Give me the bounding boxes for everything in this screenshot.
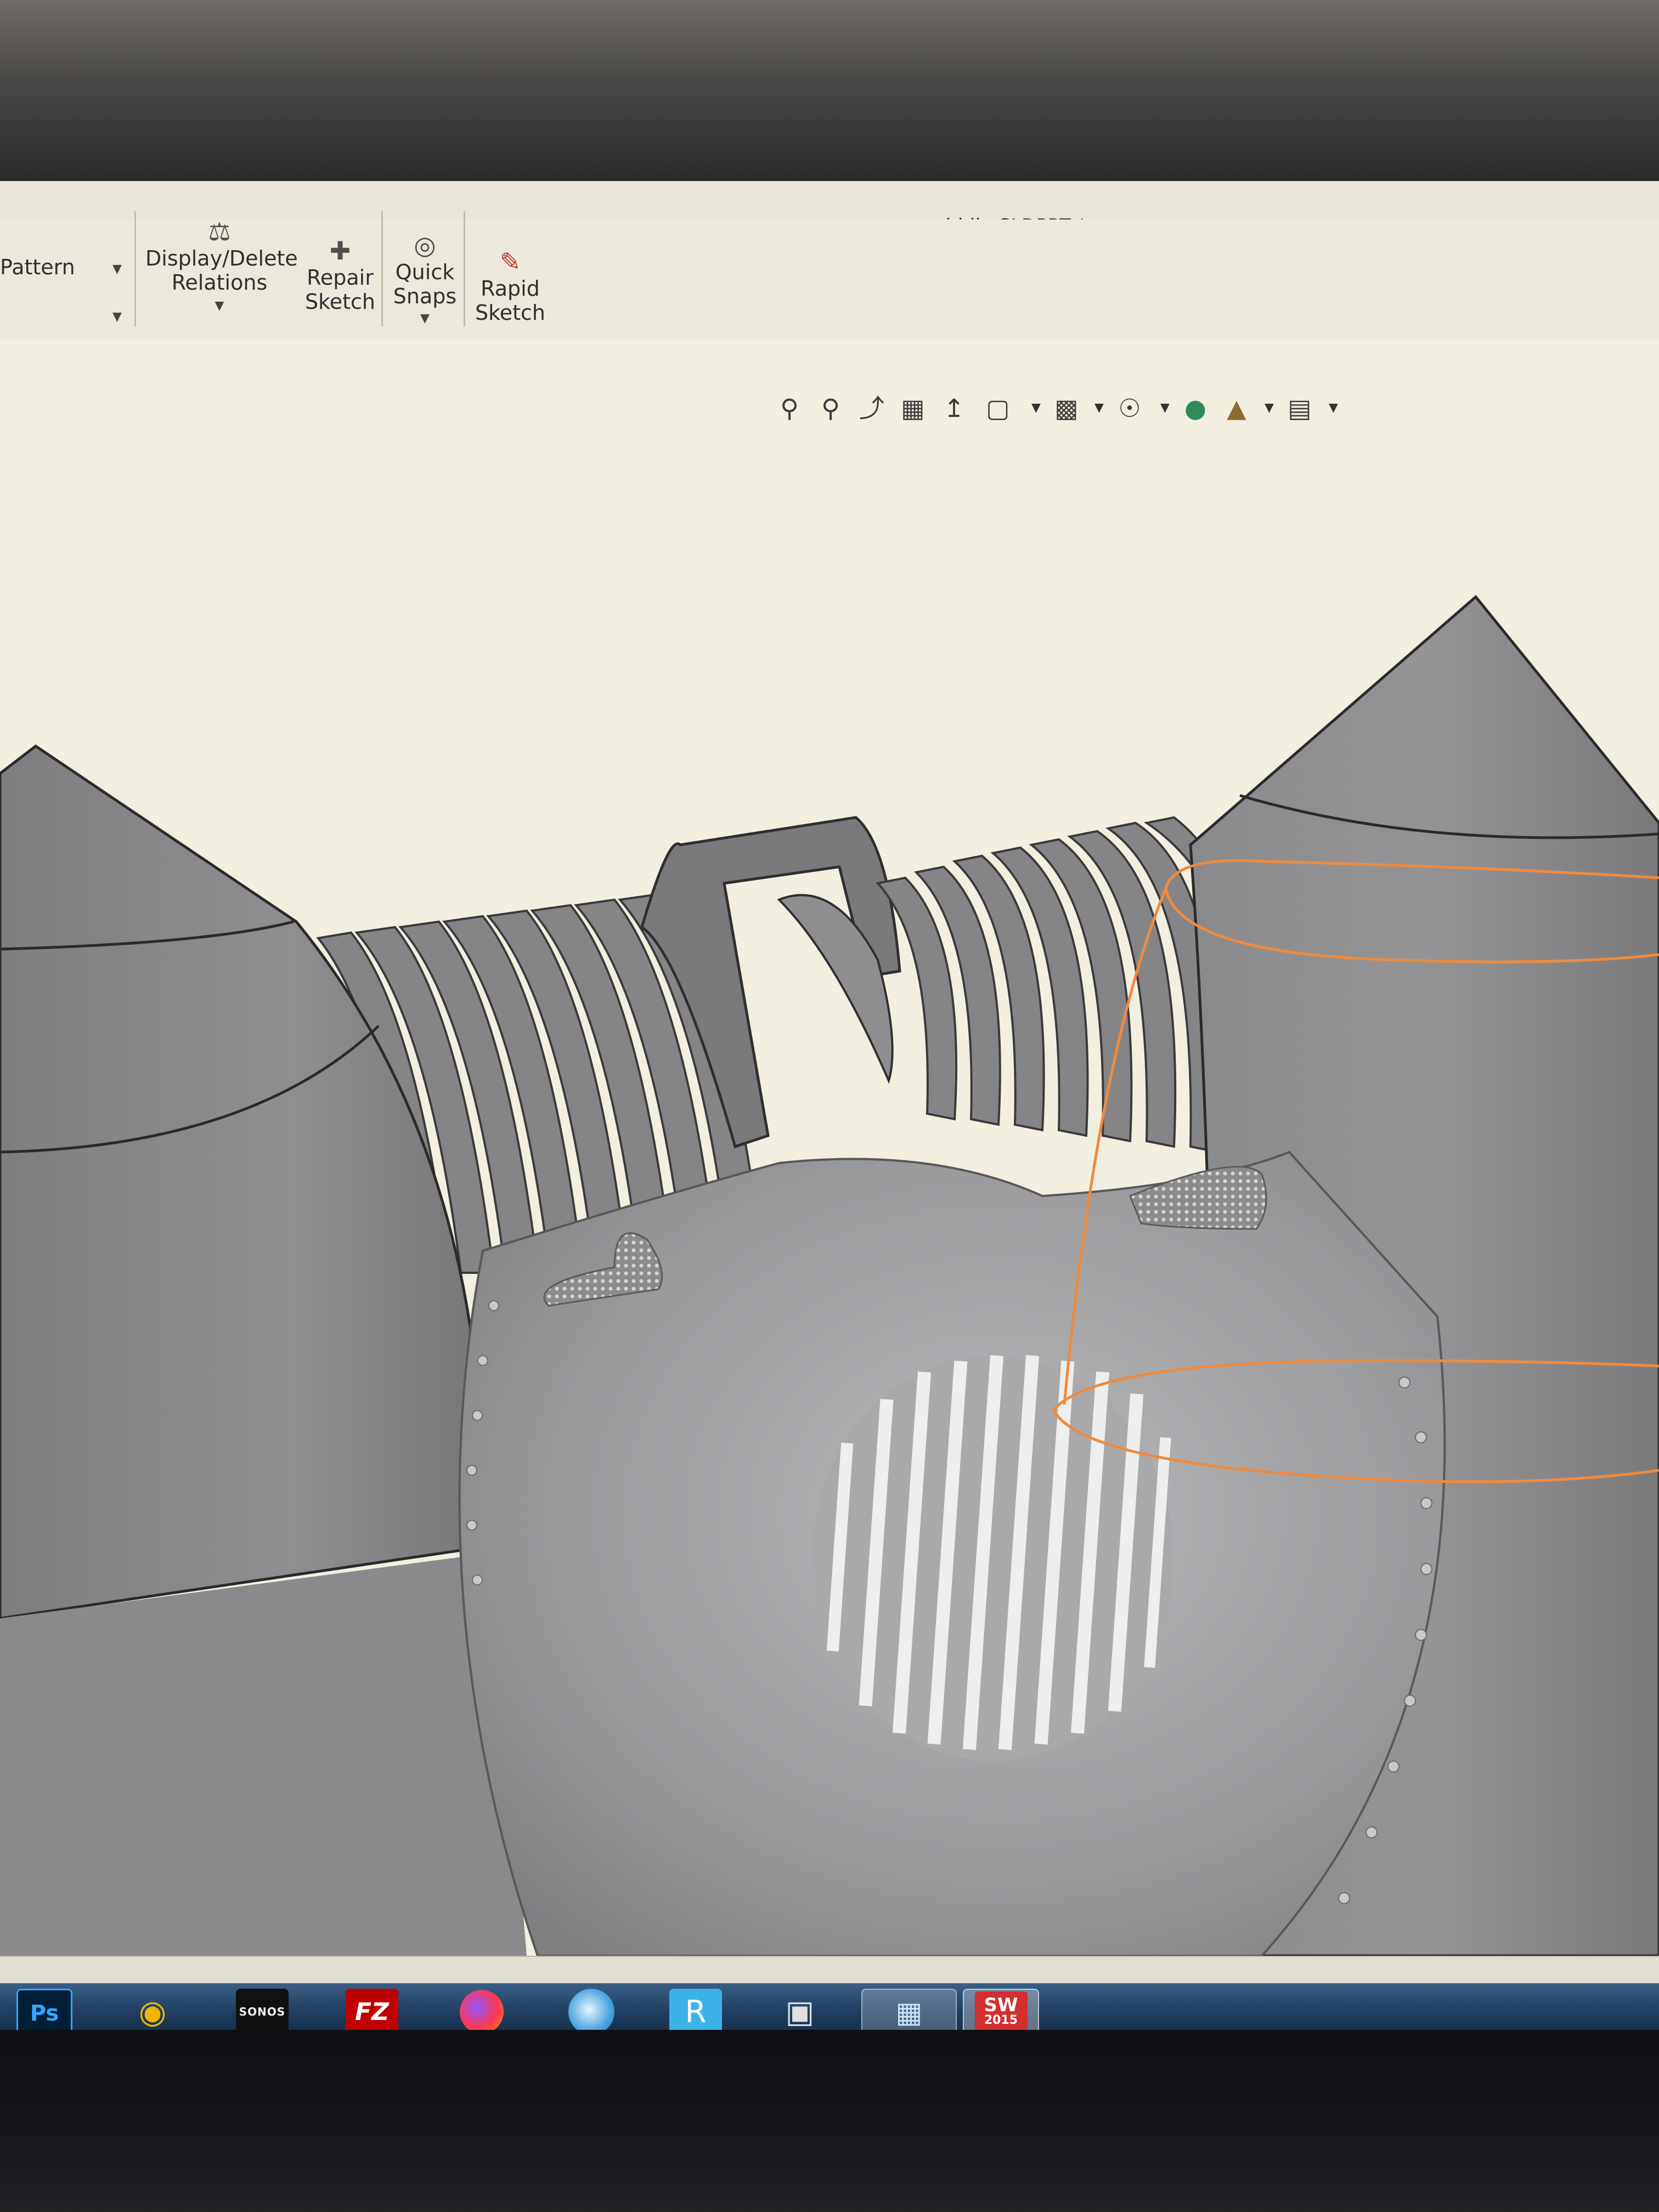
solidworks-icon: SW 2015 [974, 1991, 1028, 2034]
taskbar-filezilla[interactable]: FZ [346, 1989, 398, 2035]
relations-icon: ⚖ [208, 217, 231, 246]
remote-app-label: R [685, 1994, 707, 2030]
view-orientation-icon[interactable]: ▢ [982, 392, 1014, 424]
camera-icon: ▣ [785, 1994, 815, 2030]
taskbar-firefox[interactable] [455, 1989, 508, 2035]
pattern-label: Pattern [0, 255, 75, 279]
photoshop-label: Ps [30, 2001, 59, 2026]
repair-sketch-line2: Sketch [304, 290, 376, 314]
status-bar [0, 1956, 1659, 1984]
apply-scene-caret[interactable]: ▼ [1265, 401, 1274, 415]
display-style-caret[interactable]: ▼ [1094, 401, 1104, 415]
monitor-bezel-top [0, 0, 1659, 181]
taskbar-remote-app[interactable]: R [669, 1989, 722, 2035]
hide-show-items-icon[interactable]: ☉ [1114, 392, 1146, 424]
zoom-to-area-icon[interactable]: ⚲ [815, 392, 847, 424]
quick-snaps-button[interactable]: ◎ Quick Snaps ▼ [391, 230, 459, 340]
pattern-more-caret[interactable]: ▼ [112, 310, 122, 324]
quick-snaps-icon: ◎ [414, 230, 436, 260]
headphones-icon: ◉ [138, 1993, 167, 2030]
monitor-bezel-bottom [0, 2030, 1659, 2212]
exhale-vent [812, 1355, 1174, 1761]
remote-desktop-icon: ▦ [895, 1996, 923, 2029]
zoom-to-fit-icon[interactable]: ⚲ [774, 392, 805, 424]
taskbar-camera-app[interactable]: ▣ [774, 1989, 826, 2035]
rapid-sketch-icon: ✎ [499, 247, 521, 276]
taskbar-sonos[interactable]: SONOS [236, 1989, 289, 2035]
repair-sketch-icon: ✚ [329, 236, 351, 266]
filezilla-label: FZ [355, 1997, 389, 2026]
quick-snaps-line2: Snaps [393, 284, 457, 308]
view-orientation-caret[interactable]: ▼ [1031, 401, 1041, 415]
previous-view-icon[interactable]: ⤴ [856, 392, 888, 424]
rapid-sketch-line1: Rapid [481, 276, 540, 301]
display-style-icon[interactable]: ▩ [1051, 392, 1082, 424]
ribbon-separator [381, 211, 383, 326]
graphics-viewport[interactable] [0, 340, 1659, 1956]
hide-show-caret[interactable]: ▼ [1160, 401, 1170, 415]
firefox-icon [460, 1990, 504, 2034]
view-settings-caret[interactable]: ▼ [1329, 401, 1338, 415]
repair-sketch-line1: Repair [307, 266, 374, 290]
heads-up-view-toolbar: ⚲ ⚲ ⤴ ▦ ↥ ▢ ▼ ▩ ▼ ☉ ▼ ● ▲ ▼ ▤ ▼ [774, 392, 1344, 436]
repair-sketch-button[interactable]: ✚ Repair Sketch [302, 236, 379, 340]
solidworks-label: SW [984, 1994, 1018, 2016]
display-delete-relations-line2: Relations [171, 270, 268, 295]
sonos-label: SONOS [239, 2005, 286, 2018]
taskbar-browser[interactable] [565, 1989, 618, 2035]
display-delete-relations-line1: Display/Delete [145, 246, 298, 270]
apply-scene-icon[interactable]: ▲ [1221, 392, 1252, 424]
solidworks-year: 2015 [984, 2013, 1018, 2027]
rapid-sketch-line2: Sketch [475, 301, 546, 325]
relations-dropdown-caret[interactable]: ▼ [145, 299, 294, 313]
taskbar-headphones-app[interactable]: ◉ [126, 1989, 179, 2035]
quick-snaps-line1: Quick [395, 260, 455, 284]
ribbon-separator [134, 211, 136, 326]
section-view-icon[interactable]: ▦ [897, 392, 929, 424]
display-delete-relations-button[interactable]: ⚖ Display/Delete Relations ▼ [145, 217, 298, 340]
quick-snaps-dropdown-caret[interactable]: ▼ [391, 312, 459, 325]
edit-appearance-icon[interactable]: ● [1180, 392, 1211, 424]
ribbon-separator [464, 211, 465, 326]
rapid-sketch-button[interactable]: ✎ Rapid Sketch [472, 247, 549, 340]
pattern-dropdown-caret[interactable]: ▼ [112, 262, 122, 276]
dynamic-annotation-icon[interactable]: ↥ [938, 392, 970, 424]
title-bar [0, 181, 1659, 220]
browser-icon [568, 1989, 614, 2035]
view-settings-icon[interactable]: ▤ [1284, 392, 1316, 424]
pattern-button[interactable]: Pattern [0, 255, 77, 279]
